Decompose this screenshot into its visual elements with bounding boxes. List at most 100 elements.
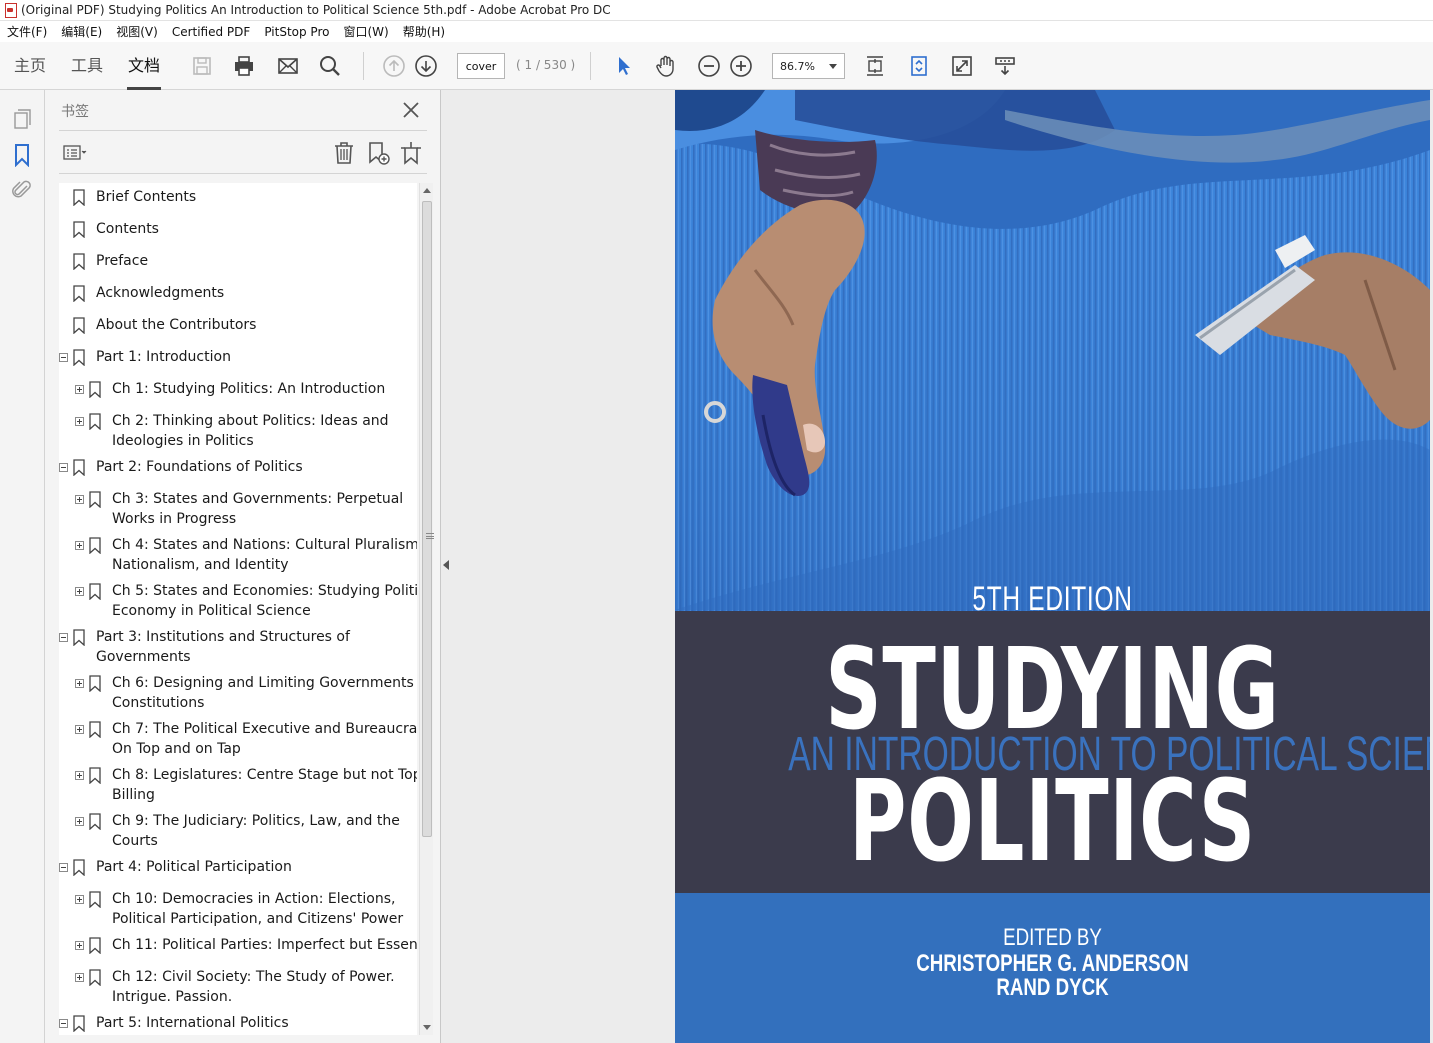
- new-bookmark-icon[interactable]: [365, 140, 391, 166]
- bookmark-item[interactable]: Part 5: International Politics: [59, 1013, 417, 1035]
- toolbar-more-icon[interactable]: [993, 54, 1017, 78]
- bookmark-icon: [73, 349, 85, 367]
- fit-page-icon[interactable]: [863, 54, 887, 78]
- expand-icon[interactable]: [75, 895, 84, 904]
- bookmarks-title: 书签: [61, 104, 89, 120]
- expand-icon[interactable]: [75, 495, 84, 504]
- bookmark-icon: [73, 317, 85, 335]
- search-icon[interactable]: [318, 54, 342, 78]
- rotate-view-icon[interactable]: [907, 54, 931, 78]
- bookmark-item[interactable]: Ch 2: Thinking about Politics: Ideas and…: [59, 411, 417, 453]
- bookmarks-panel-icon[interactable]: [10, 143, 34, 168]
- tab-tools[interactable]: 工具: [69, 42, 105, 90]
- tab-document[interactable]: 文档: [127, 42, 161, 90]
- bookmark-label-line2: Works in Progress: [112, 511, 237, 527]
- bookmark-label: Ch 10: Democracies in Action: Elections,: [112, 891, 396, 907]
- bookmark-item[interactable]: Part 3: Institutions and Structures of Go…: [59, 627, 417, 669]
- zoom-select[interactable]: 86.7%: [772, 53, 845, 79]
- bookmark-item[interactable]: Ch 5: States and Economies: Studying Pol…: [59, 581, 417, 623]
- expand-icon[interactable]: [75, 385, 84, 394]
- collapse-icon[interactable]: [59, 353, 68, 362]
- bookmark-label: Ch 4: States and Nations: Cultural Plura…: [112, 537, 417, 553]
- menu-window[interactable]: 窗口(W): [336, 23, 395, 40]
- expand-icon[interactable]: [75, 417, 84, 426]
- cover-author-2: RAND DYCK: [996, 974, 1109, 1001]
- bookmark-item[interactable]: Ch 3: States and Governments: Perpetual W…: [59, 489, 417, 531]
- scroll-up-icon[interactable]: [423, 188, 431, 193]
- bookmark-label: About the Contributors: [96, 317, 257, 333]
- menu-help[interactable]: 帮助(H): [396, 23, 452, 40]
- tab-home[interactable]: 主页: [12, 42, 48, 90]
- bookmark-icon: [89, 813, 101, 831]
- collapse-icon[interactable]: [59, 633, 68, 642]
- bookmark-item[interactable]: Acknowledgments: [59, 283, 417, 305]
- expand-icon[interactable]: [75, 541, 84, 550]
- full-screen-icon[interactable]: [950, 54, 974, 78]
- expand-icon[interactable]: [75, 587, 84, 596]
- panel-divider: [59, 130, 427, 131]
- attachments-icon[interactable]: [10, 178, 34, 202]
- bookmark-item[interactable]: Contents: [59, 219, 417, 241]
- zoom-in-icon[interactable]: [729, 54, 753, 78]
- collapse-icon[interactable]: [59, 463, 68, 472]
- bookmark-item[interactable]: Part 2: Foundations of Politics: [59, 457, 417, 479]
- bookmarks-panel: 书签 Brief Contents Contents Preface Acknowle…: [45, 90, 441, 1043]
- bookmark-from-structure-icon[interactable]: [398, 140, 424, 166]
- main-toolbar: 主页 工具 文档: [0, 42, 1433, 90]
- bookmark-item[interactable]: Ch 6: Designing and Limiting Governments…: [59, 673, 417, 715]
- next-page-icon[interactable]: [414, 54, 438, 78]
- bookmark-item[interactable]: Ch 12: Civil Society: The Study of Power…: [59, 967, 417, 1009]
- bookmark-options-icon[interactable]: [61, 140, 87, 166]
- bookmark-item[interactable]: Ch 11: Political Parties: Imperfect but …: [59, 935, 417, 957]
- bookmark-item[interactable]: Ch 4: States and Nations: Cultural Plura…: [59, 535, 417, 577]
- bookmark-item[interactable]: Brief Contents: [59, 187, 417, 209]
- menu-certified-pdf[interactable]: Certified PDF: [165, 25, 258, 39]
- collapse-panel-icon[interactable]: [443, 560, 449, 570]
- bookmarks-scrollbar[interactable]: [419, 183, 434, 1035]
- bookmark-icon: [89, 675, 101, 693]
- menu-edit[interactable]: 编辑(E): [54, 23, 109, 40]
- bookmark-item[interactable]: Ch 9: The Judiciary: Politics, Law, and …: [59, 811, 417, 853]
- bookmark-icon: [73, 285, 85, 303]
- scrollbar-thumb[interactable]: [422, 201, 434, 837]
- bookmark-label: Part 5: International Politics: [96, 1015, 289, 1031]
- bookmark-item[interactable]: About the Contributors: [59, 315, 417, 337]
- bookmark-item[interactable]: Ch 1: Studying Politics: An Introduction: [59, 379, 417, 401]
- bookmark-label: Ch 11: Political Parties: Imperfect but …: [112, 937, 417, 953]
- expand-icon[interactable]: [75, 679, 84, 688]
- bookmark-label: Ch 2: Thinking about Politics: Ideas and: [112, 413, 389, 429]
- bookmark-item[interactable]: Ch 8: Legislatures: Centre Stage but not…: [59, 765, 417, 807]
- expand-icon[interactable]: [75, 725, 84, 734]
- hand-tool-icon[interactable]: [654, 54, 678, 78]
- bookmark-item[interactable]: Part 1: Introduction: [59, 347, 417, 369]
- expand-icon[interactable]: [75, 771, 84, 780]
- bookmark-label: Preface: [96, 253, 149, 269]
- expand-icon[interactable]: [75, 941, 84, 950]
- delete-bookmark-icon[interactable]: [331, 140, 357, 166]
- expand-icon[interactable]: [75, 817, 84, 826]
- menu-view[interactable]: 视图(V): [109, 23, 165, 40]
- save-icon[interactable]: [190, 54, 214, 78]
- page-number-input[interactable]: cover: [457, 53, 505, 79]
- print-icon[interactable]: [232, 54, 256, 78]
- close-icon[interactable]: [401, 100, 421, 120]
- bookmark-label-line2: Nationalism, and Identity: [112, 557, 289, 573]
- email-icon[interactable]: [276, 54, 300, 78]
- bookmark-item[interactable]: Ch 10: Democracies in Action: Elections,…: [59, 889, 417, 931]
- page-thumbnails-icon[interactable]: [10, 106, 34, 130]
- previous-page-icon[interactable]: [382, 54, 406, 78]
- expand-icon[interactable]: [75, 973, 84, 982]
- menu-file[interactable]: 文件(F): [0, 23, 54, 40]
- bookmark-icon: [89, 891, 101, 909]
- scroll-down-icon[interactable]: [423, 1025, 431, 1030]
- menu-pitstop-pro[interactable]: PitStop Pro: [257, 25, 336, 39]
- collapse-icon[interactable]: [59, 863, 68, 872]
- bookmark-item[interactable]: Part 4: Political Participation: [59, 857, 417, 879]
- cover-photo: [675, 90, 1430, 611]
- bookmark-item[interactable]: Ch 7: The Political Executive and Bureau…: [59, 719, 417, 761]
- zoom-out-icon[interactable]: [697, 54, 721, 78]
- page-count: ( 1 / 530 ): [516, 58, 576, 72]
- bookmark-item[interactable]: Preface: [59, 251, 417, 273]
- select-cursor-icon[interactable]: [612, 54, 636, 78]
- collapse-icon[interactable]: [59, 1019, 68, 1028]
